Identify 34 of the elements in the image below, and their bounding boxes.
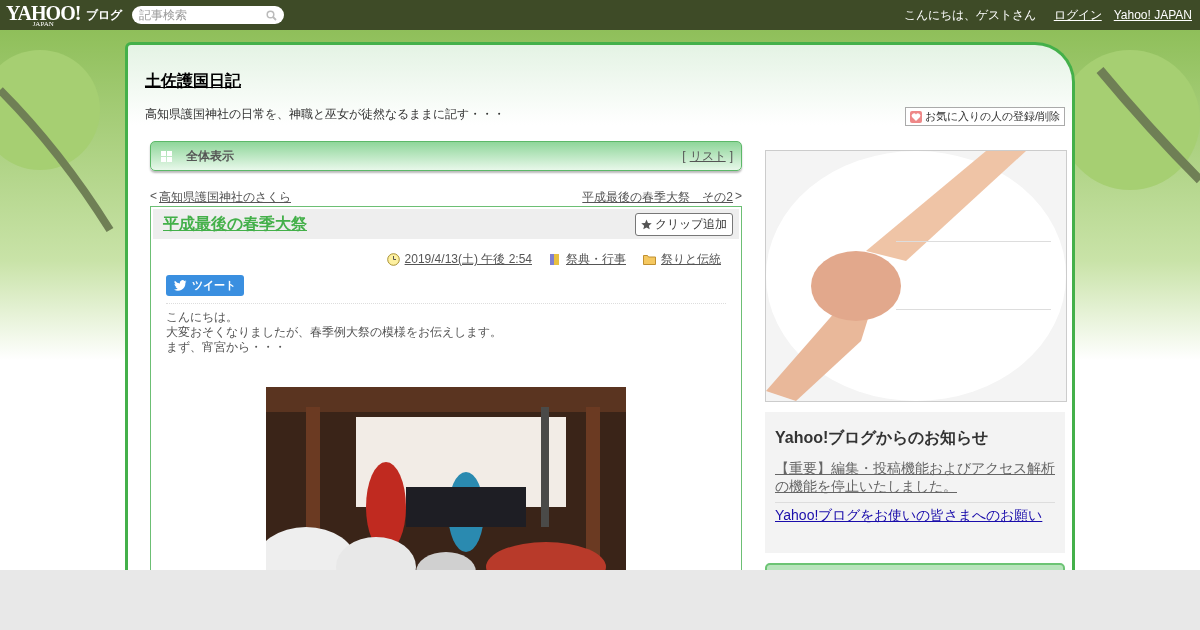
bracket-text: ]	[729, 149, 733, 163]
blog-description: 高知県護国神社の日常を、神職と巫女が徒然なるままに記す・・・	[145, 106, 505, 123]
post-text: こんにちは。	[166, 310, 239, 325]
prev-post-link[interactable]: 高知県護国神社のさくら	[159, 189, 291, 206]
book-icon	[549, 253, 561, 266]
greeting-text: こんにちは、ゲストさん	[903, 6, 1036, 24]
search-icon	[266, 10, 278, 21]
notice-link[interactable]: 【重要】編集・投稿機能およびアクセス解析の機能を停止いたしました。	[775, 456, 1055, 503]
blog-title[interactable]: 土佐護国日記	[145, 72, 241, 89]
post-text: 大変おそくなりましたが、春季例大祭の模様をお伝えします。	[166, 325, 503, 340]
grid-icon	[161, 150, 172, 162]
notice-link[interactable]: Yahoo!ブログをお使いの皆さまへのお願い	[775, 503, 1055, 529]
heart-icon	[909, 110, 922, 123]
clock-icon	[386, 253, 400, 266]
favorite-button[interactable]: お気に入りの人の登録/削除	[904, 107, 1065, 126]
search-field[interactable]: 記事検索	[132, 6, 285, 24]
post-text: まず、宵宮から・・・	[166, 340, 287, 355]
next-post-link[interactable]: 平成最後の春季大祭 その2	[582, 189, 733, 206]
clip-button[interactable]: クリップ追加	[635, 212, 733, 236]
next-mark: >	[735, 189, 742, 205]
prev-mark: <	[150, 189, 157, 205]
bird-icon	[174, 280, 187, 291]
header-link[interactable]: Yahoo! JAPAN	[1113, 8, 1192, 22]
post-date-link[interactable]: 2019/4/13(土) 午後 2:54	[404, 251, 532, 268]
list-link[interactable]: リスト	[689, 147, 726, 165]
header-link[interactable]: ログイン	[1053, 6, 1102, 24]
bracket-text: [	[682, 149, 686, 163]
folder-link[interactable]: 祭りと伝統	[661, 251, 721, 268]
section-title: 全体表示	[186, 147, 234, 165]
category-link[interactable]: 祭典・行事	[566, 251, 626, 268]
service-name: ブログ	[86, 6, 123, 24]
notice-title: Yahoo!ブログからのお知らせ	[775, 428, 990, 448]
folder-icon	[643, 254, 656, 265]
star-icon	[641, 218, 652, 230]
